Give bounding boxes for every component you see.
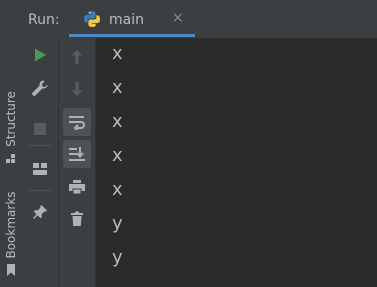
arrow-down-icon[interactable] xyxy=(63,75,91,103)
scroll-to-end-icon[interactable] xyxy=(63,140,91,168)
console-line: y xyxy=(112,247,123,268)
python-icon xyxy=(83,10,101,28)
tab-main-label: main xyxy=(109,12,144,28)
tab-main[interactable]: main × xyxy=(69,0,195,38)
run-label: Run: xyxy=(28,12,60,28)
stop-icon[interactable] xyxy=(26,115,54,143)
console-line: x xyxy=(112,77,123,98)
trash-icon[interactable] xyxy=(63,205,91,233)
console-line: x xyxy=(112,43,123,64)
tab-active-indicator xyxy=(69,34,195,37)
console-output[interactable]: x x x x x y y xyxy=(96,38,377,287)
toolbar-separator xyxy=(28,190,52,191)
console-line: x xyxy=(112,179,123,200)
close-icon[interactable]: × xyxy=(172,10,184,26)
soft-wrap-icon[interactable] xyxy=(63,108,91,136)
bookmark-icon[interactable] xyxy=(5,262,17,276)
run-icon[interactable] xyxy=(26,41,54,69)
arrow-up-icon[interactable] xyxy=(63,43,91,71)
run-tool-window-header: Run: main × xyxy=(22,0,377,39)
console-line: x xyxy=(112,145,123,166)
structure-tab-label[interactable]: Structure xyxy=(4,91,18,147)
layout-icon[interactable] xyxy=(26,155,54,183)
toolbar-separator xyxy=(28,145,52,146)
left-tool-stripe: Structure Bookmarks xyxy=(0,0,23,287)
bookmarks-tab-label[interactable]: Bookmarks xyxy=(4,191,18,258)
wrench-icon[interactable] xyxy=(26,74,54,102)
console-line: y xyxy=(112,213,123,234)
console-line: x xyxy=(112,111,123,132)
primary-toolbar xyxy=(22,38,59,287)
print-icon[interactable] xyxy=(63,173,91,201)
structure-icon[interactable] xyxy=(5,150,17,163)
pin-icon[interactable] xyxy=(26,198,54,226)
secondary-toolbar xyxy=(59,38,96,287)
